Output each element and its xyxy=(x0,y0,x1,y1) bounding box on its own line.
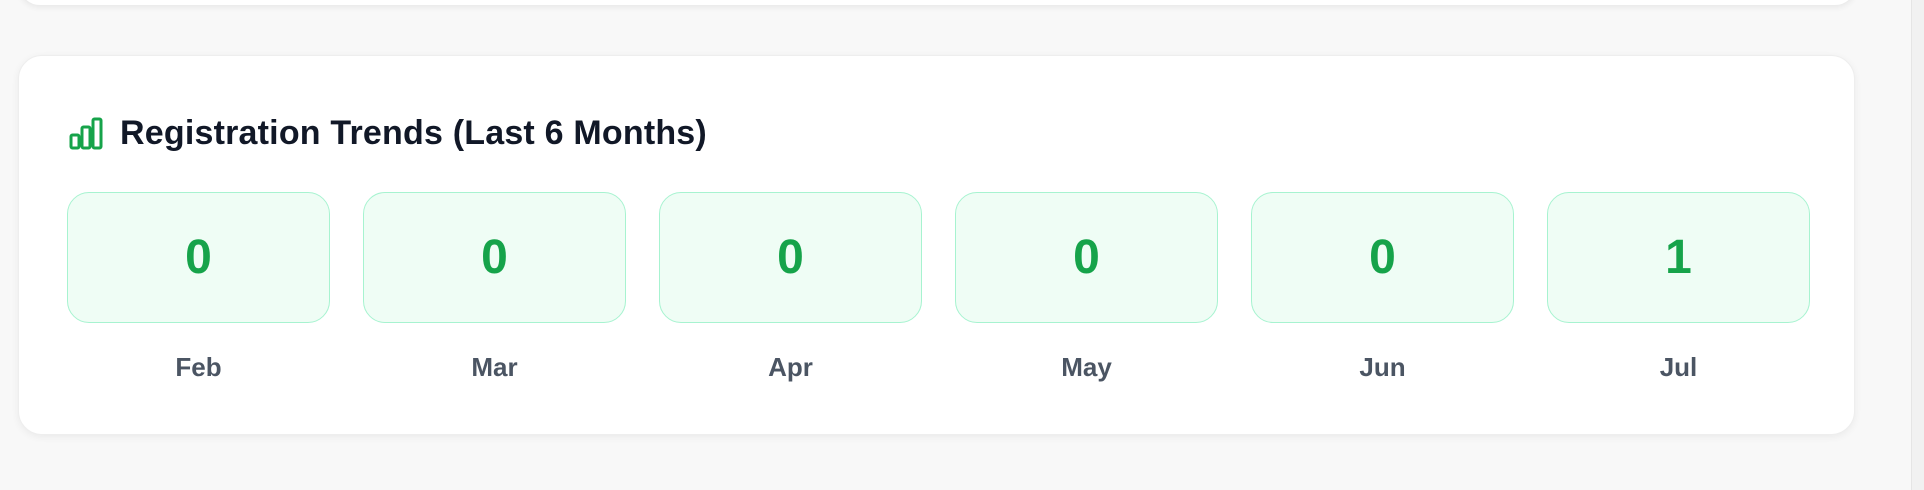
month-value-box: 1 xyxy=(1547,192,1810,323)
month-value: 0 xyxy=(481,231,508,284)
month-value-box: 0 xyxy=(659,192,922,323)
month-value-box: 0 xyxy=(1251,192,1514,323)
month-label: Jun xyxy=(1359,352,1406,382)
month-label: Apr xyxy=(768,352,813,382)
month-value: 0 xyxy=(185,231,212,284)
month-label: May xyxy=(1061,352,1112,382)
scrollbar-track[interactable] xyxy=(1911,0,1924,490)
previous-card xyxy=(18,0,1857,6)
month-stat-may: 0 May xyxy=(955,192,1218,383)
card-header: Registration Trends (Last 6 Months) xyxy=(68,114,707,153)
registration-trends-card: Registration Trends (Last 6 Months) 0 Fe… xyxy=(18,55,1855,435)
card-title: Registration Trends (Last 6 Months) xyxy=(120,114,707,152)
month-stat-jun: 0 Jun xyxy=(1251,192,1514,383)
month-value: 1 xyxy=(1665,231,1692,284)
bar-chart-icon xyxy=(68,116,104,152)
month-stat-mar: 0 Mar xyxy=(363,192,626,383)
month-stat-jul: 1 Jul xyxy=(1547,192,1810,383)
month-value: 0 xyxy=(777,231,804,284)
month-label: Feb xyxy=(175,352,222,382)
month-stats-row: 0 Feb 0 Mar 0 Apr 0 May 0 Jun 1 Jul xyxy=(67,192,1810,383)
month-label: Jul xyxy=(1659,352,1698,382)
month-value: 0 xyxy=(1369,231,1396,284)
month-value: 0 xyxy=(1073,231,1100,284)
month-stat-feb: 0 Feb xyxy=(67,192,330,383)
month-value-box: 0 xyxy=(955,192,1218,323)
month-label: Mar xyxy=(471,352,518,382)
month-stat-apr: 0 Apr xyxy=(659,192,922,383)
month-value-box: 0 xyxy=(363,192,626,323)
month-value-box: 0 xyxy=(67,192,330,323)
